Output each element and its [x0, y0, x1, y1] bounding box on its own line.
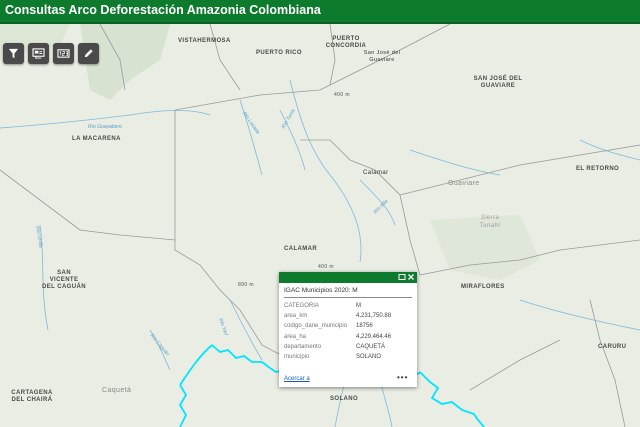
- selected-boundary: [179, 344, 213, 386]
- popup-divider: [284, 297, 412, 298]
- attribute-value: 18756: [356, 323, 373, 330]
- map-toolbar: [3, 43, 99, 64]
- layers-button[interactable]: [28, 43, 49, 64]
- attribute-row: municipio SOLANO: [284, 352, 391, 362]
- attribute-key: area_ha: [284, 333, 307, 340]
- attribute-table: CATEGORIA M area_km 4,231,750.88 codigo_da…: [284, 301, 391, 362]
- attribute-key: CATEGORIA: [284, 303, 319, 310]
- elevation-label: 400 m: [334, 92, 350, 98]
- feature-popup: IGAC Municipios 2020: M CATEGORIA M area_…: [279, 272, 417, 387]
- place-label: CALAMAR: [284, 246, 318, 252]
- attribute-value: 4,231,750.88: [356, 313, 392, 320]
- place-label: CARURU: [598, 344, 627, 350]
- attribute-row: CATEGORIA M: [284, 301, 391, 311]
- attribute-row: area_km 4,231,750.88: [284, 311, 391, 321]
- attribute-value: 4,229,464.46: [356, 333, 392, 340]
- attribute-key: area_km: [284, 313, 308, 320]
- popup-title: IGAC Municipios 2020: M: [284, 287, 358, 294]
- place-label: SOLANO: [330, 396, 359, 402]
- place-label: PUERTO RICO: [256, 50, 302, 56]
- place-label: PUERTO CONCORDIA: [325, 36, 367, 49]
- attribute-value: M: [356, 303, 361, 310]
- attribute-row: area_ha 4,229,464.46: [284, 332, 391, 342]
- layers-icon: [32, 48, 45, 59]
- attribute-key: departamento: [284, 343, 322, 350]
- place-label: Calamar: [363, 170, 389, 176]
- close-icon[interactable]: [407, 273, 415, 281]
- measure-icon: [57, 49, 70, 58]
- place-label: VISTAHERMOSA: [178, 38, 231, 44]
- elevation-label: 890 m: [238, 282, 254, 288]
- zoom-to-link[interactable]: Acercar a: [284, 376, 310, 382]
- app-header: Consultas Arco Deforestación Amazonia Co…: [0, 0, 640, 24]
- pencil-icon: [84, 49, 93, 58]
- popup-titlebar: [279, 272, 417, 283]
- elevation-label: 400 m: [318, 264, 334, 270]
- river-label: Río Guayabero: [88, 124, 122, 130]
- filter-icon: [8, 48, 19, 59]
- place-label: Sierra Tunahí: [479, 215, 501, 229]
- place-label: SAN JOSÉ DEL GUAVIARE: [473, 76, 523, 89]
- place-label: Guaviare: [448, 180, 480, 187]
- place-label: MIRAFLORES: [461, 284, 505, 290]
- place-label: Caquetá: [102, 387, 132, 394]
- measure-button[interactable]: [53, 43, 74, 64]
- attribute-key: codigo_dane_municipio: [284, 323, 348, 330]
- more-actions-button[interactable]: •••: [397, 373, 408, 382]
- attribute-key: municipio: [284, 354, 310, 361]
- attribute-value: CAQUETÁ: [356, 343, 386, 350]
- filter-button[interactable]: [3, 43, 24, 64]
- place-label: CARTAGENA DEL CHAIRÁ: [11, 390, 53, 403]
- draw-button[interactable]: [78, 43, 99, 64]
- attribute-value: SOLANO: [356, 354, 382, 361]
- place-label: LA MACARENA: [72, 136, 121, 142]
- place-label: SAN VICENTE DEL CAGUÁN: [42, 270, 86, 290]
- maximize-icon[interactable]: [398, 273, 406, 281]
- place-label: EL RETORNO: [576, 166, 620, 172]
- app-title: Consultas Arco Deforestación Amazonia Co…: [5, 3, 321, 17]
- attribute-row: codigo_dane_municipio 18756: [284, 321, 391, 331]
- attribute-row: departamento CAQUETÁ: [284, 342, 391, 352]
- place-label: San José del Guaviare: [363, 50, 401, 63]
